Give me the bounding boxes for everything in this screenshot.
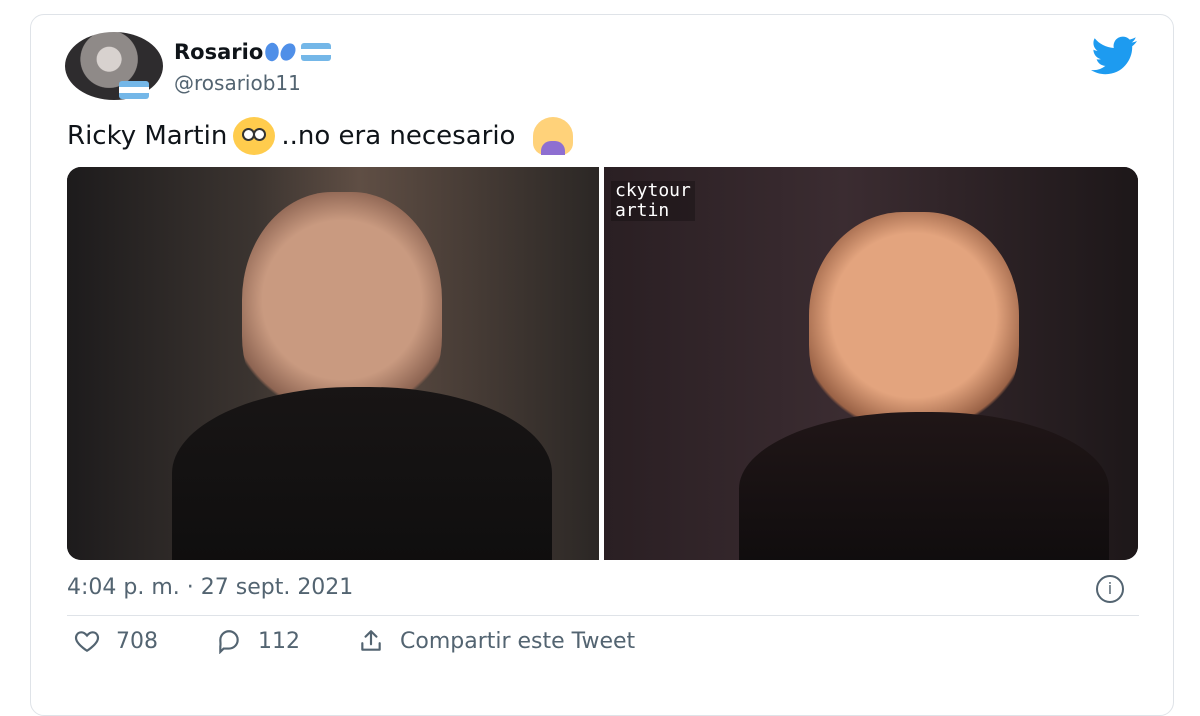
overlay-line-2: artin <box>615 200 670 221</box>
flushed-face-emoji <box>233 117 276 155</box>
tweet-actions: 708 112 Compartir este Tweet <box>74 628 693 654</box>
twitter-bird-icon[interactable] <box>1091 35 1139 75</box>
heart-icon[interactable] <box>74 628 100 654</box>
reply-count: 112 <box>258 628 300 654</box>
user-handle[interactable]: @rosariob11 <box>174 71 301 95</box>
tweet-text-suffix: ..no era necesario <box>281 121 516 151</box>
info-icon[interactable]: i <box>1096 575 1124 603</box>
share-action[interactable]: Compartir este Tweet <box>358 628 635 654</box>
butterfly-emoji <box>265 41 295 63</box>
photo-overlay-text: ckytour artin <box>611 181 695 221</box>
share-label: Compartir este Tweet <box>400 628 636 654</box>
overlay-line-1: ckytour <box>615 180 691 201</box>
divider-line <box>67 615 1139 616</box>
display-name[interactable]: Rosario <box>174 40 263 64</box>
argentina-flag-badge <box>119 81 149 99</box>
argentina-flag <box>301 43 332 61</box>
tweet-text: Ricky Martin ..no era necesario <box>67 117 574 155</box>
share-icon[interactable] <box>358 628 384 654</box>
author-name-row: Rosario <box>174 40 332 64</box>
reply-action[interactable]: 112 <box>216 628 300 654</box>
like-count: 708 <box>116 628 158 654</box>
tweet-card: Rosario @rosariob11 Ricky Martin ..no er… <box>30 14 1174 716</box>
right-photo[interactable]: ckytour artin <box>604 167 1138 560</box>
like-action[interactable]: 708 <box>74 628 158 654</box>
tweet-media[interactable]: ckytour artin <box>67 167 1138 560</box>
facepalm-emoji <box>533 117 574 155</box>
tweet-text-main: Ricky Martin <box>67 121 228 151</box>
reply-icon[interactable] <box>216 628 242 654</box>
tweet-timestamp[interactable]: 4:04 p. m. · 27 sept. 2021 <box>67 575 353 600</box>
left-photo[interactable] <box>67 167 599 560</box>
